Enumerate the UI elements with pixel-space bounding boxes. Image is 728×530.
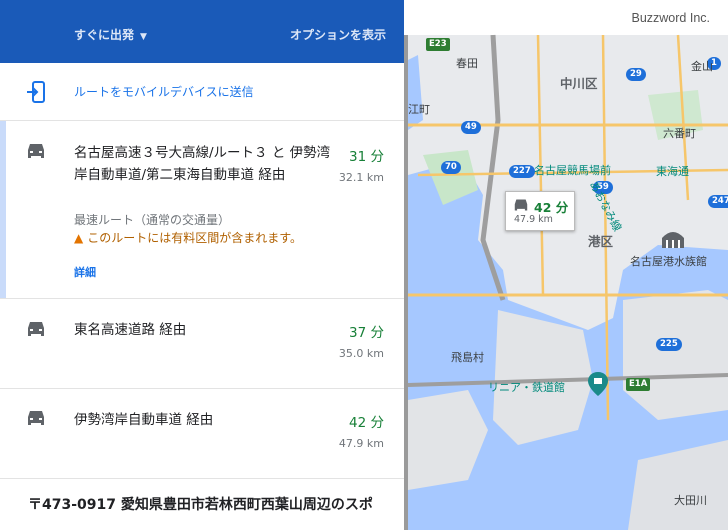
aquarium-icon	[662, 232, 684, 248]
map-label: リニア・鉄道館	[488, 381, 565, 394]
destination-address: 〒473-0917 愛知県豊田市若林西町西葉山周辺のスポ	[28, 497, 373, 513]
map-label: 春田	[456, 57, 478, 70]
route-option-1[interactable]: 名古屋高速３号大高線/ルート３ と 伊勢湾岸自動車道/第二東海自動車道 経由 3…	[0, 121, 404, 299]
depart-label: すぐに出発	[74, 28, 135, 42]
caret-down-icon: ▼	[140, 32, 147, 42]
map-label: 名古屋競馬場前	[534, 164, 611, 177]
details-link[interactable]: 詳細	[74, 264, 96, 280]
map-label: 大田川	[674, 494, 707, 507]
bubble-distance: 47.9 km	[514, 214, 553, 225]
car-icon	[28, 144, 44, 158]
route-shield: 49	[461, 121, 481, 134]
route-shield: E23	[426, 38, 450, 51]
send-to-device-icon	[27, 81, 45, 103]
route-title: 名古屋高速３号大高線/ルート３ と 伊勢湾岸自動車道/第二東海自動車道 経由	[74, 145, 331, 183]
route-time: 31 分	[349, 149, 384, 165]
toll-warning: ▲ このルートには有料区間が含まれます。	[74, 229, 302, 246]
route-shield: E1A	[626, 378, 651, 391]
route-option-3[interactable]: 伊勢湾岸自動車道 経由 42 分 47.9 km	[0, 389, 404, 479]
land-area	[623, 290, 728, 420]
land-area	[493, 310, 593, 445]
route-shield: 227	[509, 165, 535, 178]
route-title: 伊勢湾岸自動車道 経由	[74, 412, 214, 428]
map-label: 名古屋港水族館	[630, 255, 707, 268]
warning-icon: ▲	[74, 231, 84, 245]
car-icon	[28, 322, 44, 336]
route-distance: 47.9 km	[338, 437, 384, 450]
route-time: 37 分	[349, 325, 384, 341]
map-view[interactable]: E23 E1A 1 29 70 227 59 225 247 49 春田 中川区…	[408, 0, 728, 530]
map-label: 東海通	[656, 165, 689, 178]
route-shield: 247	[708, 195, 728, 208]
car-icon	[514, 199, 528, 211]
museum-pin-icon	[588, 372, 608, 396]
depart-time-dropdown[interactable]: すぐに出発 ▼	[74, 26, 147, 43]
route-shield: 225	[656, 338, 682, 351]
options-button[interactable]: オプションを表示	[290, 26, 386, 43]
route-info-bubble[interactable]: 42 分 47.9 km	[505, 191, 575, 231]
directions-panel: すぐに出発 ▼ オプションを表示 ルートをモバイルデバイスに送信 名古屋高速３号大…	[0, 0, 404, 530]
route-time: 42 分	[349, 415, 384, 431]
directions-header: すぐに出発 ▼ オプションを表示	[0, 0, 404, 63]
map-label: 中川区	[560, 76, 598, 91]
route-option-2[interactable]: 東名高速道路 経由 37 分 35.0 km	[0, 299, 404, 389]
route-shield: 29	[626, 68, 646, 81]
map-label: 港区	[588, 234, 614, 249]
route-note: 最速ルート（通常の交通量）	[74, 213, 231, 227]
send-to-device-label: ルートをモバイルデバイスに送信	[74, 85, 254, 99]
map-label: 六番町	[663, 127, 696, 140]
route-distance: 35.0 km	[338, 347, 384, 360]
route-shield: 70	[441, 161, 461, 174]
route-title: 東名高速道路 経由	[74, 322, 187, 338]
car-icon	[28, 411, 44, 425]
map-label: 飛島村	[451, 351, 484, 364]
map-label: 金山	[691, 60, 713, 73]
route-distance: 32.1 km	[338, 171, 384, 184]
map-label: 江町	[408, 103, 430, 116]
send-to-device-row[interactable]: ルートをモバイルデバイスに送信	[0, 63, 404, 121]
toll-warning-text: このルートには有料区間が含まれます。	[87, 231, 303, 245]
